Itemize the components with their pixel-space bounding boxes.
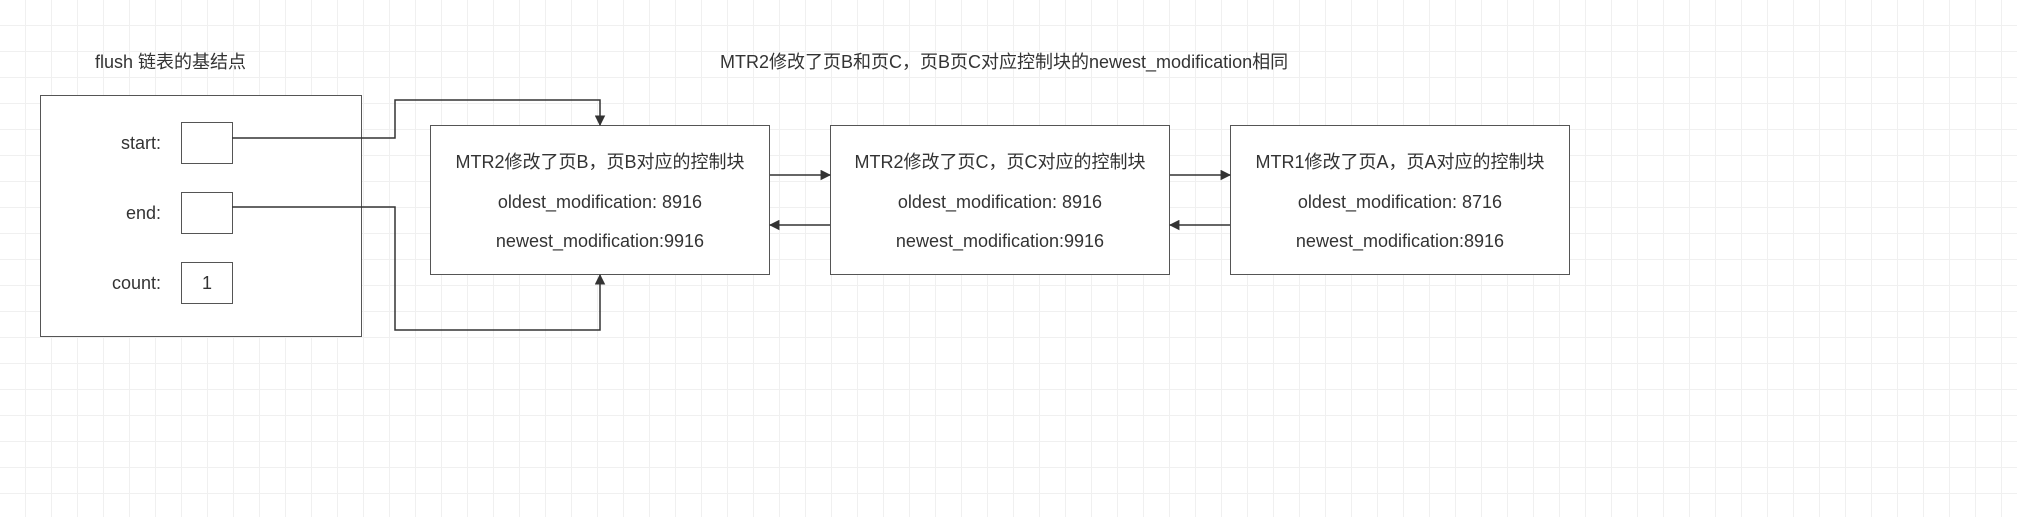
node-a-title: MTR1修改了页A，页A对应的控制块	[1255, 148, 1544, 174]
node-c-oldest: oldest_modification: 8916	[898, 192, 1102, 213]
node-c-newest: newest_modification:9916	[896, 231, 1104, 252]
base-row-end: end:	[41, 188, 361, 238]
base-start-label: start:	[41, 133, 181, 154]
base-row-start: start:	[41, 118, 361, 168]
node-c-title: MTR2修改了页C，页C对应的控制块	[855, 148, 1146, 174]
title-left: flush 链表的基结点	[95, 48, 246, 74]
node-b-newest: newest_modification:9916	[496, 231, 704, 252]
node-b-title: MTR2修改了页B，页B对应的控制块	[455, 148, 744, 174]
base-end-box	[181, 192, 233, 234]
base-count-label: count:	[41, 273, 181, 294]
base-row-count: count: 1	[41, 258, 361, 308]
node-page-a: MTR1修改了页A，页A对应的控制块 oldest_modification: …	[1230, 125, 1570, 275]
base-count-value: 1	[181, 262, 233, 304]
base-end-label: end:	[41, 203, 181, 224]
node-a-newest: newest_modification:8916	[1296, 231, 1504, 252]
base-node-box: start: end: count: 1	[40, 95, 362, 337]
node-page-b: MTR2修改了页B，页B对应的控制块 oldest_modification: …	[430, 125, 770, 275]
node-b-oldest: oldest_modification: 8916	[498, 192, 702, 213]
base-start-box	[181, 122, 233, 164]
node-a-oldest: oldest_modification: 8716	[1298, 192, 1502, 213]
diagram-canvas: flush 链表的基结点 MTR2修改了页B和页C，页B页C对应控制块的newe…	[0, 0, 2017, 517]
node-page-c: MTR2修改了页C，页C对应的控制块 oldest_modification: …	[830, 125, 1170, 275]
title-right: MTR2修改了页B和页C，页B页C对应控制块的newest_modificati…	[720, 48, 1288, 74]
